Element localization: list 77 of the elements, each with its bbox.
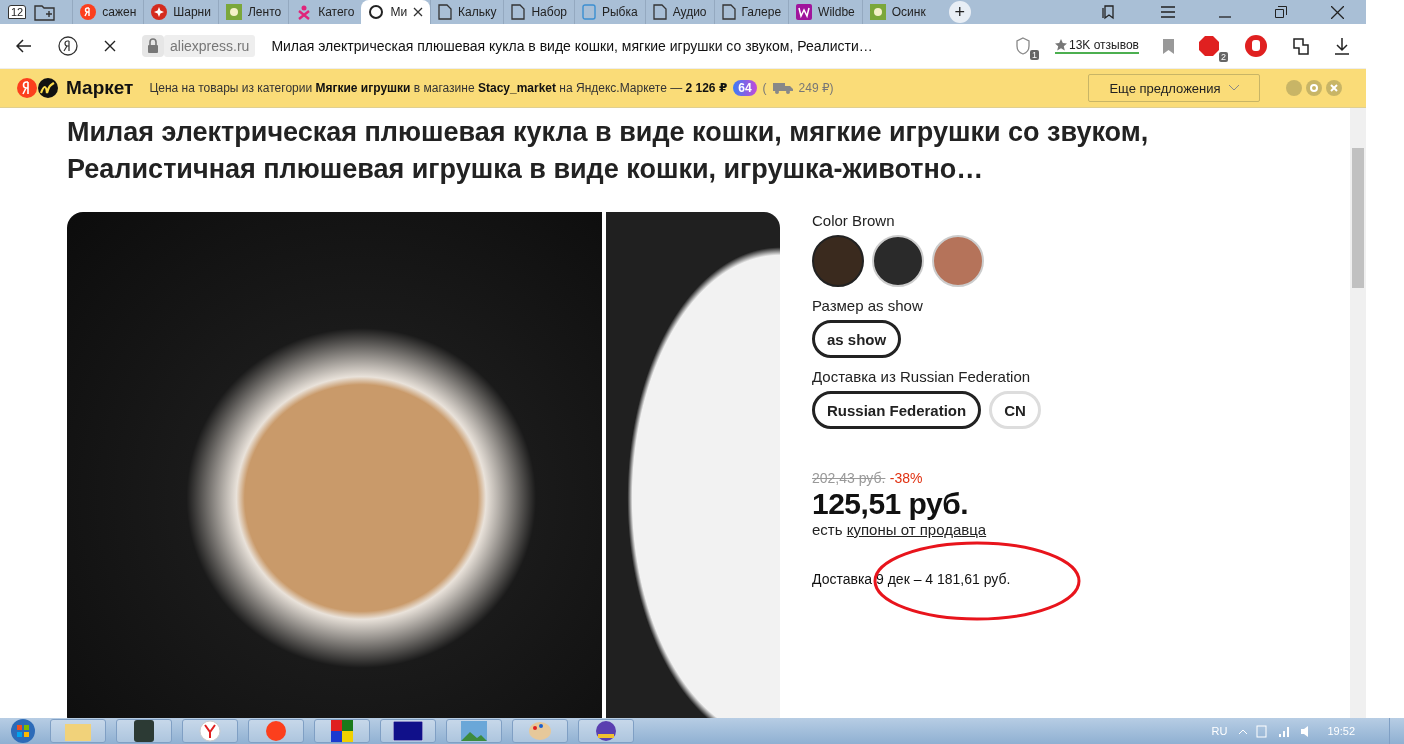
- browser-tab[interactable]: Галере: [713, 0, 789, 24]
- bookmark-icon[interactable]: [1163, 38, 1174, 54]
- new-tab-button[interactable]: +: [948, 1, 971, 23]
- coupon-prefix: есть: [812, 521, 843, 538]
- page-icon: [721, 4, 736, 20]
- game-app-icon[interactable]: [578, 719, 634, 743]
- flower-icon: [869, 4, 886, 20]
- current-price: 125,51 руб.: [812, 487, 970, 521]
- page-icon: [438, 4, 453, 20]
- browser-tab[interactable]: Осинк: [861, 0, 933, 24]
- more-offers-button[interactable]: Еще предложения: [1088, 74, 1260, 102]
- flower-icon: [225, 4, 242, 20]
- loading-icon: [368, 4, 385, 20]
- yandex-icon[interactable]: [58, 36, 78, 56]
- browser-tab[interactable]: Шарни: [143, 0, 218, 24]
- restore-icon[interactable]: [1275, 6, 1287, 18]
- count-badge: 2: [1219, 52, 1228, 62]
- old-price: 202,43 руб.: [812, 470, 886, 486]
- market-logo-text: Маркет: [66, 77, 134, 99]
- star-icon: [1055, 39, 1067, 51]
- browser-tab[interactable]: Набор: [503, 0, 574, 24]
- menu-icon[interactable]: [1161, 6, 1175, 18]
- option-chip[interactable]: as show: [812, 320, 902, 358]
- tank-app-icon[interactable]: [116, 719, 172, 743]
- price-offer-message: Цена на товары из категории Мягкие игрушки в магазине Stacy_market на Яндекс.Маркете — 2 126 ₽: [149, 81, 728, 95]
- browser-tab[interactable]: сажен: [72, 0, 144, 24]
- coupons-link[interactable]: купоны от продавца: [846, 521, 987, 538]
- w-logo-icon: [796, 4, 813, 20]
- book-icon: [582, 4, 596, 20]
- color-grid-app-icon[interactable]: [314, 719, 370, 743]
- yandex-market-logo-icon: [16, 77, 60, 99]
- close-icon[interactable]: [1331, 5, 1344, 19]
- back-arrow-icon[interactable]: [16, 39, 32, 53]
- extension-icon[interactable]: [1292, 36, 1310, 56]
- close-icon[interactable]: [413, 7, 424, 17]
- url-domain[interactable]: aliexpress.ru: [164, 35, 256, 57]
- pm-app-icon[interactable]: [380, 719, 436, 743]
- count-badge: 1: [1029, 50, 1039, 60]
- stop-hand-icon[interactable]: [1244, 34, 1268, 58]
- browser-tab[interactable]: Ми: [361, 0, 431, 24]
- lock-icon[interactable]: [142, 35, 164, 57]
- collections-icon[interactable]: [1101, 4, 1117, 20]
- delivery-price: 249 ₽): [798, 81, 834, 95]
- option-chip[interactable]: CN: [989, 391, 1041, 429]
- close-icon[interactable]: [104, 40, 116, 52]
- browser-tab[interactable]: Аудио: [644, 0, 714, 24]
- chevron-down-icon: [1228, 85, 1239, 91]
- download-icon[interactable]: [1334, 37, 1350, 55]
- browser-tab[interactable]: Рыбка: [574, 0, 645, 24]
- delivery-info: Доставка 9 дек – 4 181,61 руб.: [812, 571, 1011, 587]
- color-swatch[interactable]: [812, 235, 864, 287]
- page-title: Милая электрическая плюшевая кукла в виде кошки, мягкие игрушки со звуком, Реалисти…: [271, 38, 873, 54]
- browser-tab[interactable]: Кальку: [430, 0, 504, 24]
- page-icon: [511, 4, 526, 20]
- discount-label: -38%: [889, 470, 923, 486]
- option-label: Color Brown: [812, 212, 896, 229]
- yandex-icon: [80, 4, 97, 20]
- browser-tab[interactable]: Wildbe: [788, 0, 862, 24]
- option-chip[interactable]: Russian Federation: [812, 391, 982, 429]
- folder-plus-icon[interactable]: [34, 3, 57, 21]
- y-browser-app-icon[interactable]: [182, 719, 238, 743]
- yandex-app-icon[interactable]: [248, 719, 304, 743]
- adblock-icon[interactable]: [1198, 35, 1220, 57]
- plus-points-badge: 64: [733, 80, 757, 96]
- option-label: Доставка из Russian Federation: [812, 368, 1032, 385]
- product-title: Милая электрическая плюшевая кукла в виде кошки, мягкие игрушки со звуком, Реалистичная плюшевая игрушка в виде кошки, игрушка-животно…: [67, 116, 1150, 186]
- shield-icon[interactable]: [1015, 37, 1031, 55]
- browser-tab[interactable]: Ленто: [217, 0, 289, 24]
- page-icon: [652, 4, 667, 20]
- reviews-link[interactable]: 13K отзывов: [1055, 38, 1139, 54]
- truck-icon: [772, 82, 793, 94]
- star-icon: [151, 4, 168, 20]
- option-label: Размер as show: [812, 297, 924, 314]
- delivery-open-paren: (: [762, 81, 767, 95]
- picture-app-icon[interactable]: [446, 719, 502, 743]
- tab-count-button[interactable]: 12: [8, 5, 27, 19]
- scrollbar[interactable]: [1350, 108, 1366, 718]
